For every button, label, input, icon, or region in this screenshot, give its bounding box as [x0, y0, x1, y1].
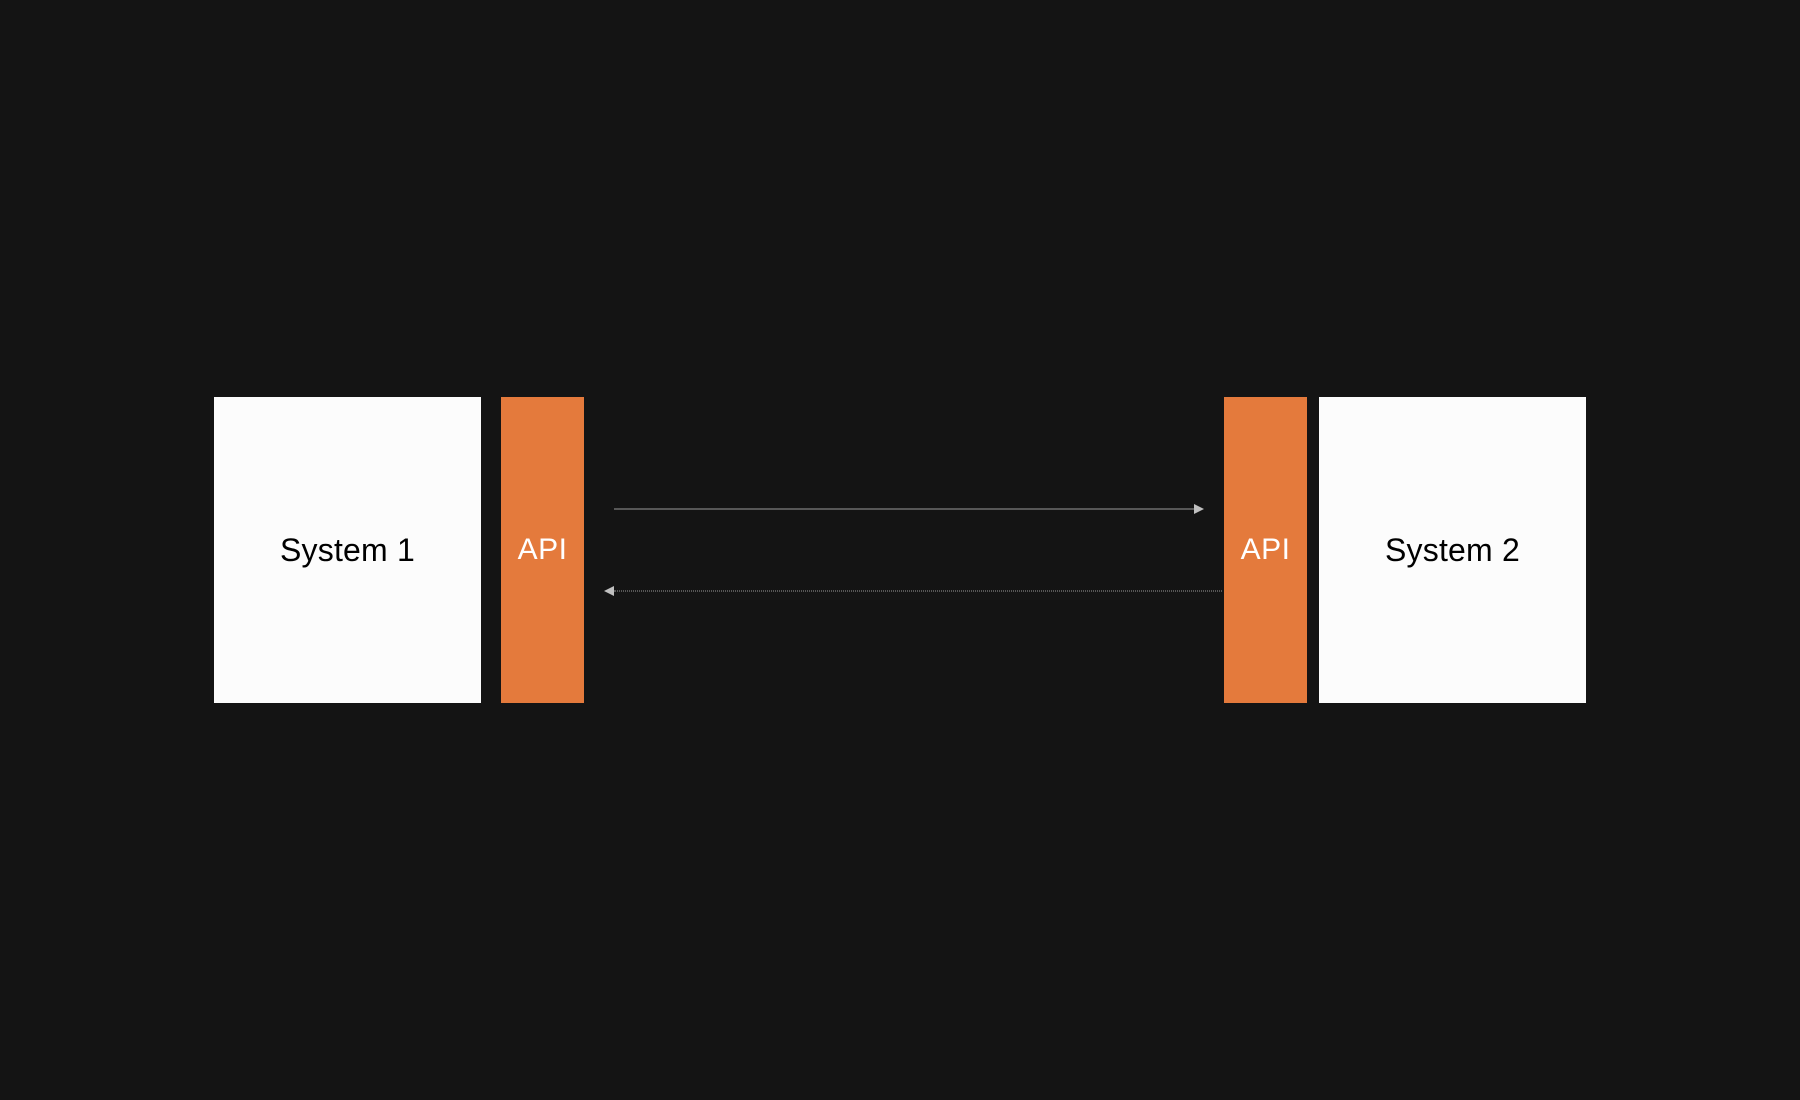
left-system-block: System 1 API [214, 397, 584, 703]
arrowhead-left-icon [604, 586, 614, 596]
arrow-left [584, 590, 1224, 592]
api-box-left: API [501, 397, 584, 703]
system-1-label: System 1 [280, 532, 415, 569]
gap-spacer [1307, 397, 1319, 703]
arrow-right-line [614, 509, 1194, 510]
api-label-right: API [1241, 533, 1291, 567]
api-label-left: API [518, 533, 568, 567]
arrow-right [584, 508, 1224, 510]
arrow-left-line [614, 591, 1222, 592]
arrow-zone [584, 397, 1224, 703]
gap-spacer [481, 397, 501, 703]
api-box-right: API [1224, 397, 1307, 703]
system-2-label: System 2 [1385, 532, 1520, 569]
diagram-container: System 1 API API System 2 [214, 397, 1586, 703]
arrowhead-right-icon [1194, 504, 1204, 514]
system-1-box: System 1 [214, 397, 481, 703]
system-2-box: System 2 [1319, 397, 1586, 703]
right-system-block: API System 2 [1224, 397, 1586, 703]
